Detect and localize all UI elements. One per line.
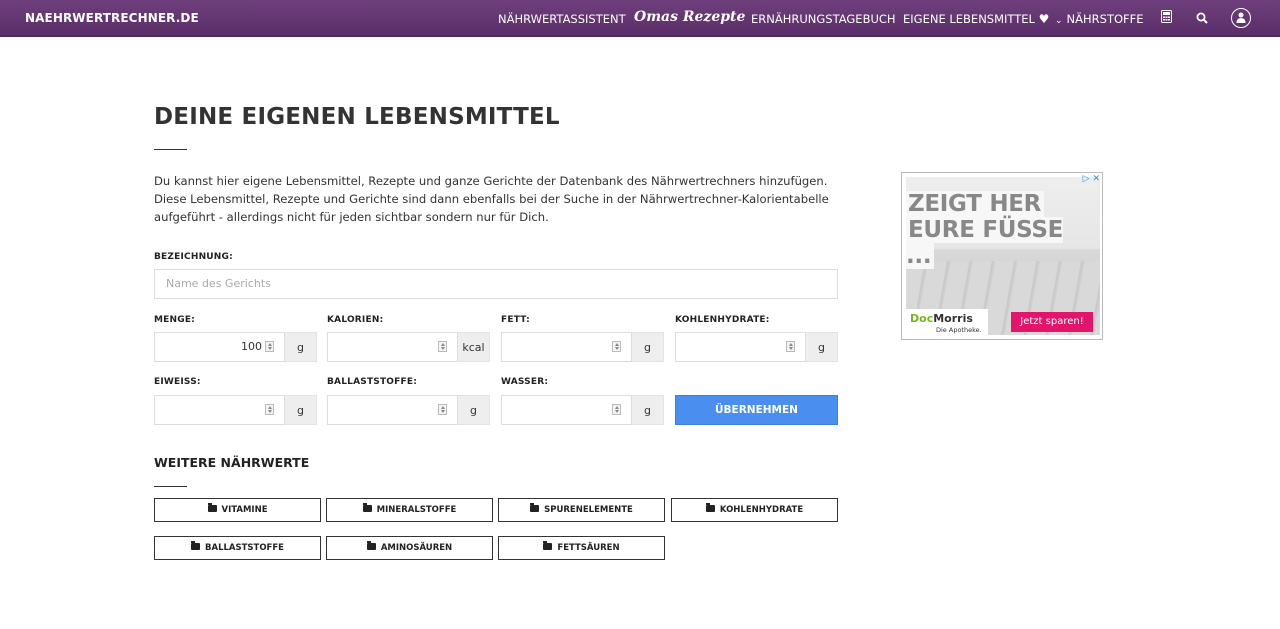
fett-unit: g bbox=[632, 332, 664, 362]
nav-eigene-lebensmittel[interactable]: EIGENE LEBENSMITTEL ♥ bbox=[903, 12, 1049, 26]
menge-label: MENGE: bbox=[154, 315, 195, 325]
category-button-vitamine[interactable]: VITAMINE bbox=[154, 498, 321, 522]
nav-eigene-lebensmittel-label: EIGENE LEBENSMITTEL bbox=[903, 12, 1035, 26]
ad-choices-icon[interactable]: ▷ ✕ bbox=[1083, 174, 1100, 184]
eiweiss-field: g bbox=[154, 395, 317, 425]
ballaststoffe-label: BALLASTSTOFFE: bbox=[327, 377, 417, 387]
category-button-spurenelemente[interactable]: SPURENELEMENTE bbox=[498, 498, 665, 522]
folder-icon bbox=[543, 541, 553, 550]
folder-icon bbox=[366, 541, 376, 550]
brand-link[interactable]: NAEHRWERTRECHNER.DE bbox=[25, 11, 199, 25]
category-button-aminosaeuren[interactable]: AMINOSÄUREN bbox=[326, 536, 493, 560]
category-button-kohlenhydrate[interactable]: KOHLENHYDRATE bbox=[671, 498, 838, 522]
menge-field: 100 g bbox=[154, 332, 317, 362]
wasser-spinner[interactable] bbox=[612, 404, 621, 415]
advertisement[interactable]: ZEIGT HER EURE FÜSSE ... ▷ ✕ DocMorris D… bbox=[901, 172, 1103, 340]
ad-logo: DocMorris Die Apotheke. bbox=[906, 309, 988, 337]
ad-brand-sub: Die Apotheke. bbox=[936, 326, 982, 334]
nav-omas-rezepte[interactable]: Omas Rezepte bbox=[634, 9, 745, 25]
nav-ernaehrungstagebuch[interactable]: ERNÄHRUNGSTAGEBUCH bbox=[751, 12, 896, 26]
category-label: BALLASTSTOFFE bbox=[205, 543, 284, 553]
nav-naehrstoffe[interactable]: ⌄ NÄHRSTOFFE bbox=[1055, 12, 1144, 26]
category-button-ballaststoffe[interactable]: BALLASTSTOFFE bbox=[154, 536, 321, 560]
folder-icon bbox=[207, 503, 217, 512]
nav-naehrwertassistent[interactable]: NÄHRWERTASSISTENT bbox=[498, 12, 626, 26]
eiweiss-label: EIWEISS: bbox=[154, 377, 201, 387]
fett-field: g bbox=[501, 332, 664, 362]
name-label: BEZEICHNUNG: bbox=[154, 252, 233, 262]
calculator-icon[interactable] bbox=[1161, 10, 1172, 27]
ballaststoffe-spinner[interactable] bbox=[438, 404, 447, 415]
ad-brand-a: Doc bbox=[910, 312, 934, 325]
title-divider bbox=[154, 149, 187, 150]
ballaststoffe-field: g bbox=[327, 395, 490, 425]
category-label: VITAMINE bbox=[221, 505, 268, 515]
folder-icon bbox=[705, 503, 715, 512]
kalorien-unit: kcal bbox=[458, 332, 490, 362]
fett-label: FETT: bbox=[501, 315, 530, 325]
ad-headline: ZEIGT HER EURE FÜSSE ... bbox=[906, 191, 1076, 269]
category-label: SPURENELEMENTE bbox=[544, 505, 633, 515]
kalorien-spinner[interactable] bbox=[438, 341, 447, 352]
ballaststoffe-unit: g bbox=[458, 395, 490, 425]
wasser-unit: g bbox=[632, 395, 664, 425]
kohlenhydrate-spinner[interactable] bbox=[786, 341, 795, 352]
top-navbar: NAEHRWERTRECHNER.DE NÄHRWERTASSISTENT Om… bbox=[0, 0, 1280, 37]
kohlenhydrate-field: g bbox=[675, 332, 838, 362]
menge-spinner[interactable] bbox=[265, 341, 274, 352]
user-account-button[interactable] bbox=[1231, 8, 1251, 28]
intro-text: Du kannst hier eigene Lebensmittel, Reze… bbox=[154, 174, 829, 224]
eiweiss-spinner[interactable] bbox=[265, 404, 274, 415]
menge-unit: g bbox=[285, 332, 317, 362]
category-button-mineralstoffe[interactable]: MINERALSTOFFE bbox=[326, 498, 493, 522]
ad-brand-b: Morris bbox=[933, 312, 973, 325]
ad-cta-button[interactable]: Jetzt sparen! bbox=[1011, 312, 1093, 332]
user-icon bbox=[1236, 12, 1246, 23]
eiweiss-unit: g bbox=[285, 395, 317, 425]
chevron-down-icon: ⌄ bbox=[1055, 16, 1063, 26]
folder-icon bbox=[191, 541, 201, 550]
kohlenhydrate-label: KOHLENHYDRATE: bbox=[675, 315, 770, 325]
category-label: AMINOSÄUREN bbox=[380, 543, 453, 553]
uebernehmen-button[interactable]: ÜBERNEHMEN bbox=[675, 395, 838, 425]
section-title-weitere-naehrwerte: WEITERE NÄHRWERTE bbox=[154, 455, 310, 470]
kohlenhydrate-unit: g bbox=[806, 332, 838, 362]
category-button-fettsaeuren[interactable]: FETTSÄUREN bbox=[498, 536, 665, 560]
section-divider bbox=[154, 486, 187, 487]
ad-headline-line-2: EURE FÜSSE ... bbox=[906, 217, 1064, 269]
search-icon[interactable] bbox=[1196, 12, 1208, 28]
folder-icon bbox=[362, 503, 372, 512]
wasser-field: g bbox=[501, 395, 664, 425]
wasser-label: WASSER: bbox=[501, 377, 549, 387]
kalorien-label: KALORIEN: bbox=[327, 315, 384, 325]
kalorien-field: kcal bbox=[327, 332, 490, 362]
nav-naehrstoffe-label: NÄHRSTOFFE bbox=[1066, 12, 1144, 26]
ad-headline-line-1: ZEIGT HER bbox=[906, 191, 1045, 217]
heart-icon: ♥ bbox=[1038, 12, 1050, 26]
page-title: DEINE EIGENEN LEBENSMITTEL bbox=[154, 104, 560, 130]
fett-spinner[interactable] bbox=[612, 341, 621, 352]
category-label: MINERALSTOFFE bbox=[376, 505, 457, 515]
category-label: FETTSÄUREN bbox=[557, 543, 620, 553]
folder-icon bbox=[530, 503, 540, 512]
name-input[interactable]: Name des Gerichts bbox=[154, 269, 838, 299]
ad-brand: DocMorris bbox=[910, 312, 973, 325]
category-label: KOHLENHYDRATE bbox=[719, 505, 804, 515]
